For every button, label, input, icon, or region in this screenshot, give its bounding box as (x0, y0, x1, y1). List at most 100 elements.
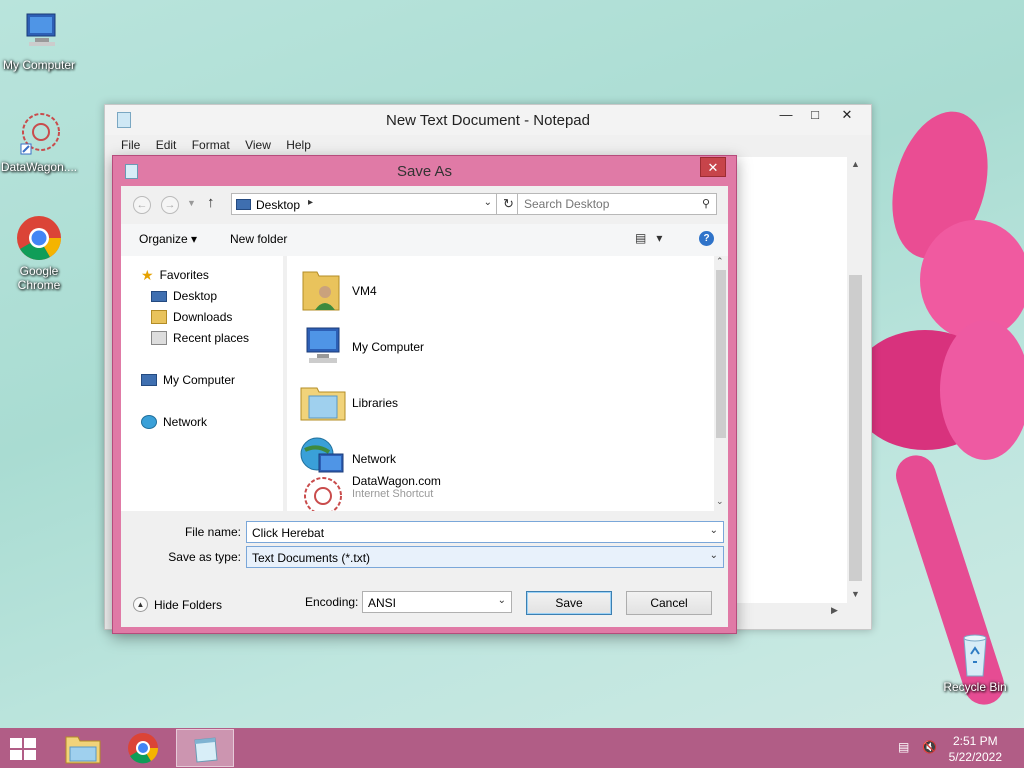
search-box[interactable]: ⚲ (517, 193, 717, 215)
volume-muted-icon[interactable]: 🔇 (922, 740, 938, 754)
search-input[interactable] (524, 197, 684, 211)
search-icon[interactable]: ⚲ (702, 197, 710, 210)
cancel-button[interactable]: Cancel (626, 591, 712, 615)
libraries-icon (299, 378, 347, 426)
help-icon[interactable]: ? (699, 231, 714, 246)
computer-icon (15, 8, 63, 56)
save-as-titlebar[interactable]: Save As ✕ (113, 156, 736, 186)
desktop-icon-recycle-bin[interactable]: Recycle Bin (936, 630, 1014, 694)
user-folder-icon (299, 266, 347, 314)
file-name: VM4 (352, 284, 377, 298)
desktop-icon (151, 290, 167, 302)
save-type-label: Save as type: (168, 550, 241, 564)
notepad-menubar: File Edit Format View Help (105, 135, 871, 155)
desktop-icon-label: Google Chrome (17, 264, 61, 292)
file-name: Network (352, 452, 397, 466)
file-item-datawagon[interactable]: DataWagon.com Internet Shortcut (299, 474, 599, 511)
chevron-down-icon[interactable]: ⌄ (710, 550, 718, 561)
file-list: VM4 My Computer Libraries Network DataWa… (287, 256, 714, 511)
folder-icon (65, 736, 101, 764)
star-icon: ★ (141, 266, 154, 283)
nav-downloads[interactable]: Downloads (151, 308, 232, 326)
menu-file[interactable]: File (121, 135, 140, 155)
file-item-my-computer[interactable]: My Computer (299, 322, 599, 374)
nav-favorites[interactable]: ★ Favorites (141, 266, 209, 284)
organize-button[interactable]: Organize ▾ (139, 232, 197, 246)
notepad-horizontal-scrollbar[interactable]: ▶ (735, 603, 847, 620)
address-location: Desktop (256, 198, 301, 212)
menu-help[interactable]: Help (286, 135, 311, 155)
recent-locations-icon[interactable]: ▼ (187, 198, 196, 208)
menu-edit[interactable]: Edit (156, 135, 177, 155)
menu-view[interactable]: View (245, 135, 271, 155)
file-item-libraries[interactable]: Libraries (299, 378, 599, 430)
file-name-value: Click Herebat (252, 526, 325, 540)
change-view-button[interactable]: ▤ ▾ (635, 231, 662, 245)
navigation-pane: ★ Favorites Desktop Downloads Recent pla… (121, 256, 283, 511)
desktop-icon (236, 199, 251, 210)
nav-my-computer[interactable]: My Computer (141, 371, 235, 389)
breadcrumb-arrow-icon[interactable]: ▸ (308, 197, 313, 208)
scroll-thumb[interactable] (716, 270, 726, 438)
taskbar-file-explorer[interactable] (54, 729, 112, 767)
encoding-select[interactable]: ANSI ⌄ (362, 591, 512, 613)
save-as-body: ← → ▼ ↑ Desktop ▸ ⌄ ↻ ⚲ Organize ▾ New f… (121, 186, 728, 627)
chrome-icon (128, 733, 159, 764)
clock-date: 5/22/2022 (948, 750, 1002, 764)
chevron-down-icon[interactable]: ⌄ (498, 595, 506, 606)
chevron-down-icon[interactable]: ⌄ (710, 525, 718, 536)
datawagon-logo-icon (299, 474, 347, 511)
taskbar: ▤ 🔇 2:51 PM 5/22/2022 (0, 728, 1024, 768)
recent-places-icon (151, 331, 167, 345)
nav-network[interactable]: Network (141, 413, 207, 431)
back-button[interactable]: ← (133, 196, 151, 214)
nav-desktop[interactable]: Desktop (151, 287, 217, 305)
nav-recent-places[interactable]: Recent places (151, 329, 249, 347)
computer-icon (141, 374, 157, 386)
clock-time: 2:51 PM (952, 734, 998, 748)
notepad-vertical-scrollbar[interactable]: ▲ ▼ (847, 157, 864, 607)
close-button[interactable]: ✕ (700, 157, 726, 177)
file-name-input[interactable]: Click Herebat ⌄ (246, 521, 724, 543)
new-folder-button[interactable]: New folder (230, 232, 287, 246)
save-type-value: Text Documents (*.txt) (252, 551, 371, 565)
minimize-button[interactable]: — (772, 107, 800, 127)
notepad-titlebar[interactable]: New Text Document - Notepad — □ ✕ (105, 105, 871, 135)
notepad-title: New Text Document - Notepad (386, 112, 590, 129)
close-button[interactable]: ✕ (829, 107, 865, 127)
file-type: Internet Shortcut (352, 488, 434, 500)
desktop-icon-my-computer[interactable]: My Computer (0, 8, 78, 72)
datawagon-logo-icon (15, 110, 63, 158)
menu-format[interactable]: Format (192, 135, 230, 155)
save-type-select[interactable]: Text Documents (*.txt) ⌄ (246, 546, 724, 568)
file-name: DataWagon.com (352, 474, 441, 488)
up-button[interactable]: ↑ (207, 194, 215, 211)
taskbar-notepad[interactable] (176, 729, 234, 767)
start-button[interactable] (10, 738, 38, 760)
system-clock[interactable]: 2:51 PM 5/22/2022 (949, 733, 1002, 765)
save-button[interactable]: Save (526, 591, 612, 615)
desktop-icon-datawagon[interactable]: DataWagon.... (0, 110, 78, 174)
notepad-text-area[interactable] (735, 157, 851, 607)
forward-button[interactable]: → (161, 196, 179, 214)
desktop-icon-label: DataWagon.... (0, 160, 78, 174)
scroll-thumb[interactable] (849, 275, 862, 581)
computer-icon (299, 322, 347, 370)
file-name: Libraries (352, 396, 399, 410)
network-icon (141, 415, 157, 429)
network-tray-icon[interactable]: ▤ (898, 740, 914, 754)
address-row: ← → ▼ ↑ Desktop ▸ ⌄ ↻ ⚲ (121, 192, 728, 216)
recycle-bin-icon (951, 630, 999, 678)
file-name: My Computer (352, 340, 425, 354)
desktop-icon-label: Recycle Bin (943, 680, 1007, 694)
maximize-button[interactable]: □ (801, 107, 829, 127)
desktop-icon-chrome[interactable]: Google Chrome (0, 214, 78, 292)
desktop-icon-label: My Computer (2, 58, 76, 72)
chevron-down-icon[interactable]: ⌄ (484, 197, 492, 208)
file-item-vm4[interactable]: VM4 (299, 266, 599, 318)
taskbar-chrome[interactable] (114, 729, 172, 767)
notepad-icon (194, 737, 218, 763)
address-bar[interactable]: Desktop ▸ ⌄ (231, 193, 497, 215)
hide-folders-button[interactable]: ▲ Hide Folders (133, 597, 222, 612)
file-list-scrollbar[interactable]: ⌃ ⌄ (714, 256, 728, 511)
